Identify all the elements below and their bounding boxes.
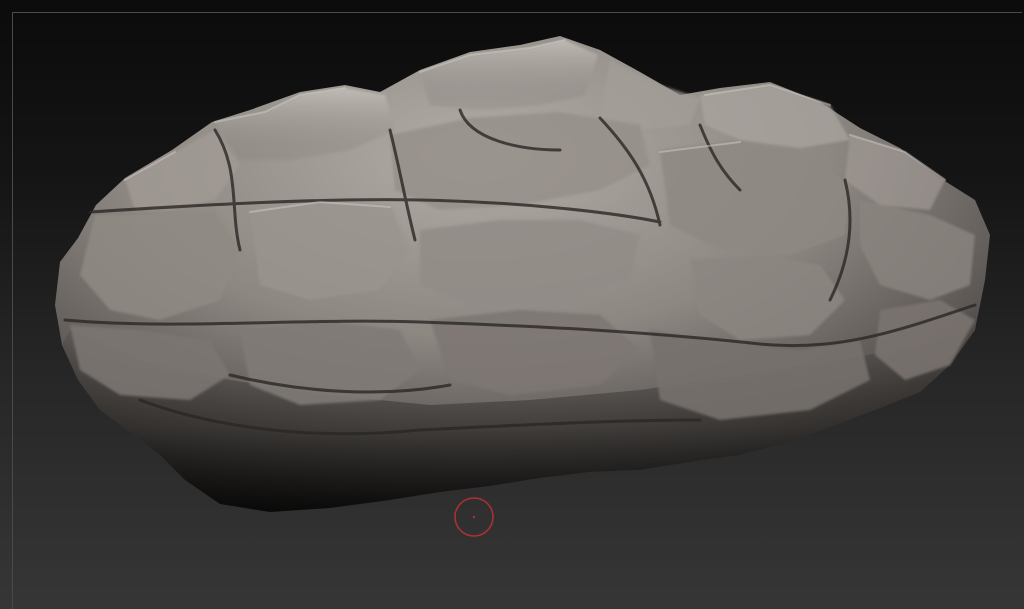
sculpt-viewport[interactable] — [0, 0, 1024, 609]
brush-cursor[interactable] — [454, 497, 494, 537]
rock-strata — [70, 40, 975, 420]
canvas-3d[interactable] — [0, 0, 1024, 609]
rock-model[interactable] — [55, 36, 990, 512]
brush-cursor-center — [472, 515, 476, 519]
